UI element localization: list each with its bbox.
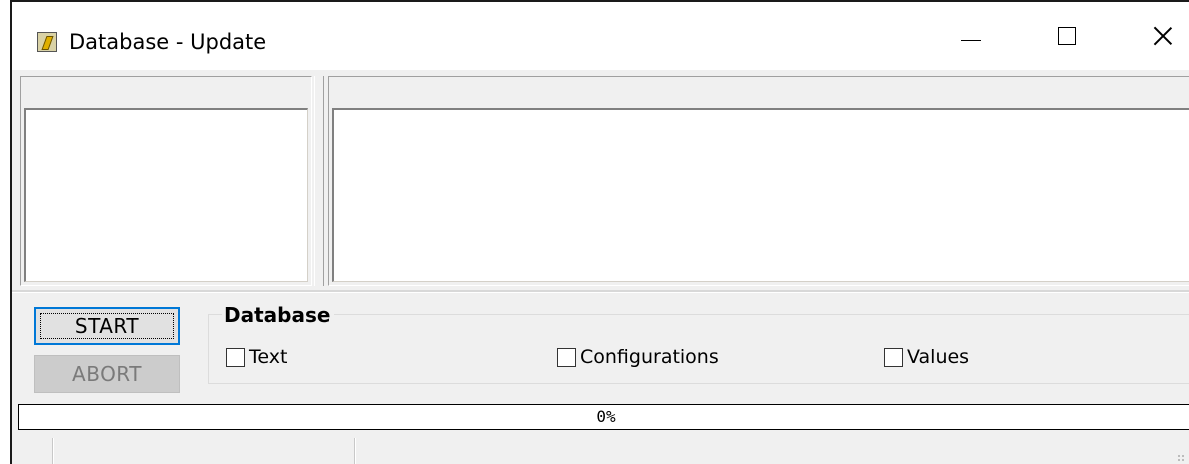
configurations-checkbox-label: Configurations [580,346,719,368]
text-checkbox-label: Text [249,346,288,368]
status-bar [12,434,1189,464]
database-update-window: Database - Update START ABORT Database T… [10,0,1189,464]
resize-grip-icon[interactable] [1177,454,1185,462]
text-checkbox[interactable]: Text [226,346,287,368]
values-checkbox-label: Values [907,346,970,368]
right-list-panel [328,76,1189,286]
database-group-title: Database [222,303,335,327]
abort-button-label: ABORT [72,362,142,386]
maximize-button[interactable] [1036,2,1098,70]
close-button[interactable] [1132,2,1189,70]
database-update-app-icon[interactable] [37,32,57,52]
minimize-button[interactable] [940,2,1002,70]
configurations-checkbox-box[interactable] [557,347,576,367]
left-list-panel [20,76,312,286]
values-checkbox-box[interactable] [884,347,903,367]
close-icon [1152,25,1174,47]
status-separator [354,438,356,464]
title-bar[interactable]: Database - Update [12,2,1189,70]
status-separator [52,438,54,464]
focus-rectangle [40,313,174,339]
minimize-icon [961,39,981,41]
left-panel-header [21,77,311,107]
values-checkbox[interactable]: Values [884,346,969,368]
right-list-view[interactable] [332,108,1189,282]
panel-splitter[interactable] [314,76,324,286]
panels-divider [12,290,1189,293]
text-checkbox-box[interactable] [226,347,245,367]
left-list-view[interactable] [24,108,308,282]
window-title: Database - Update [69,30,267,54]
abort-button[interactable]: ABORT [34,355,180,393]
configurations-checkbox[interactable]: Configurations [557,346,719,368]
progress-label: 0% [596,407,616,426]
right-panel-header [329,77,1189,107]
start-button[interactable]: START [34,307,180,345]
maximize-icon [1058,27,1076,45]
progress-bar: 0% [18,404,1189,430]
